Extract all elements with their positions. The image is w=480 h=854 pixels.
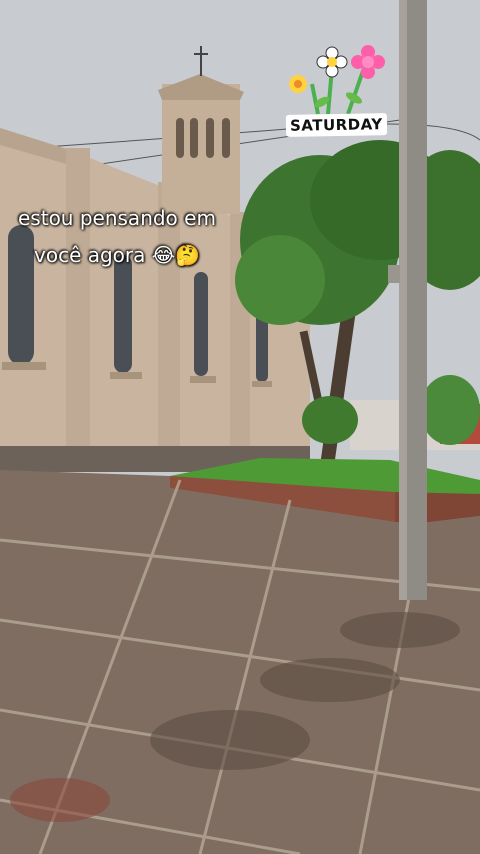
- caption-text: estou pensando em você agora 😂🤔: [18, 200, 278, 274]
- caption-line-1: estou pensando em: [18, 206, 216, 230]
- photo-scene: SATURDAY estou pensando em você agora 😂🤔: [0, 0, 480, 854]
- caption-line-2: você agora 😂🤔: [34, 243, 201, 267]
- church-plaza-photo: [0, 0, 480, 854]
- sticker-label: SATURDAY: [285, 113, 387, 137]
